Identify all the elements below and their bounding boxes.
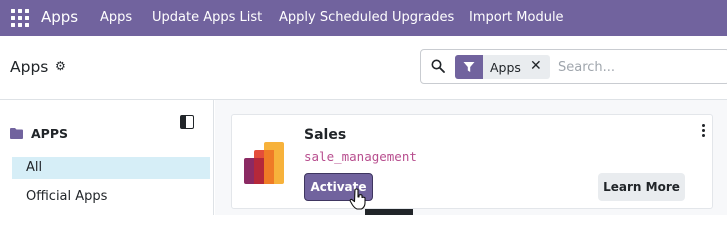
app-name: Sales [304, 127, 347, 143]
kebab-menu-icon[interactable] [701, 124, 707, 138]
navbar-brand[interactable]: Apps [41, 8, 78, 26]
sidebar-header: APPS [31, 126, 68, 141]
app-card[interactable]: Sales sale_management Activate Learn Mor… [231, 114, 713, 209]
search-bar: Apps ✕ [420, 49, 727, 84]
sidebar-toggle-icon[interactable] [180, 115, 194, 129]
hand-cursor-icon [349, 188, 366, 210]
search-icon[interactable] [431, 59, 445, 73]
close-icon[interactable]: ✕ [530, 58, 542, 74]
filter-icon [455, 55, 483, 79]
menu-import-module[interactable]: Import Module [469, 10, 564, 25]
app-menu-grid-icon[interactable] [11, 9, 29, 27]
search-facet: Apps ✕ [455, 55, 550, 79]
menu-apply-scheduled-upgrades[interactable]: Apply Scheduled Upgrades [279, 10, 454, 25]
sidebar-item-all[interactable]: All [12, 157, 210, 179]
gear-icon[interactable]: ⚙ [55, 59, 67, 73]
folder-icon [10, 128, 23, 139]
sales-app-icon [244, 142, 284, 184]
page-title: Apps [10, 58, 49, 76]
menu-update-apps-list[interactable]: Update Apps List [152, 10, 262, 25]
top-navbar: Apps Apps Update Apps List Apply Schedul… [0, 0, 727, 36]
kanban-view: Sales sale_management Activate Learn Mor… [215, 100, 727, 215]
search-input[interactable] [558, 56, 718, 78]
learn-more-button[interactable]: Learn More [598, 173, 685, 201]
tooltip-edge [365, 209, 413, 215]
sidebar: APPS All Official Apps [0, 100, 214, 215]
app-technical-name: sale_management [304, 149, 417, 164]
menu-apps[interactable]: Apps [100, 10, 132, 25]
facet-label: Apps [490, 60, 521, 75]
sidebar-item-official-apps[interactable]: Official Apps [12, 186, 210, 208]
